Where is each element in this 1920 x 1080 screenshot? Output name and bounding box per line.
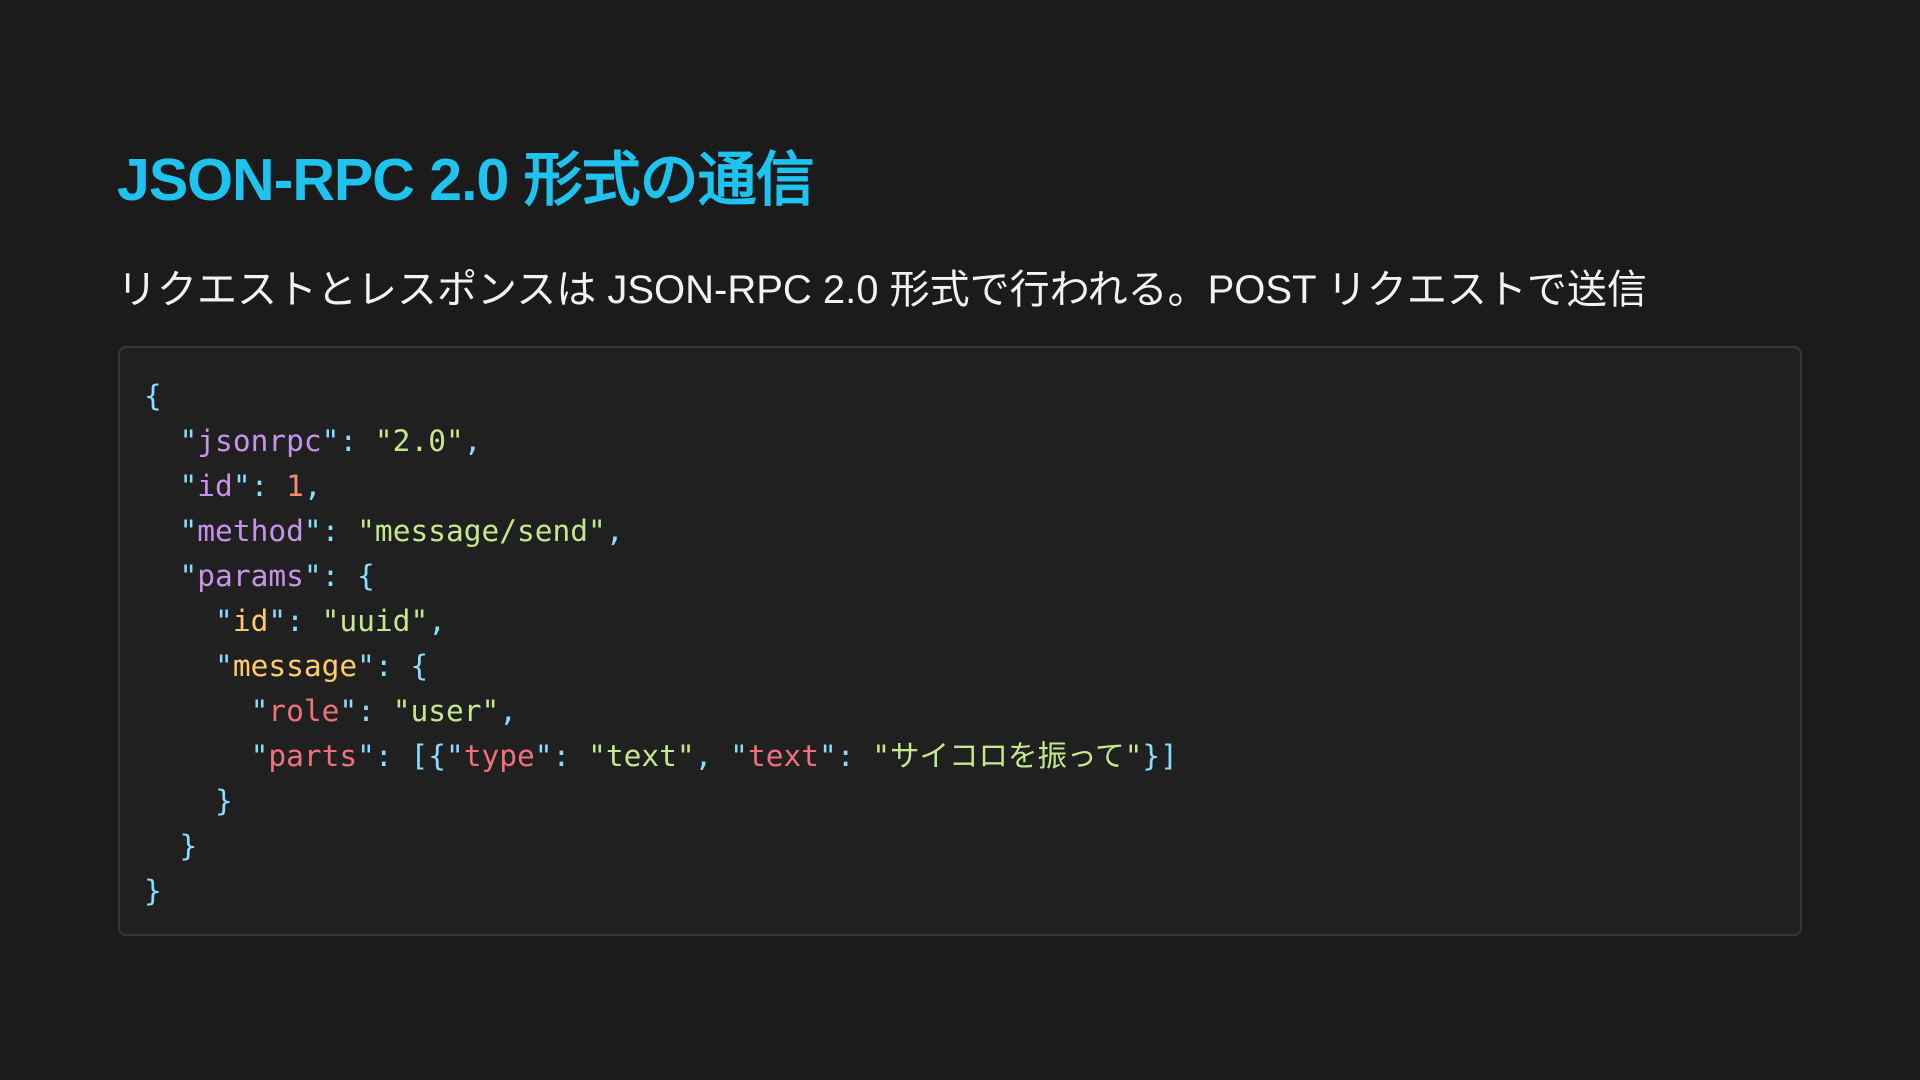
code-token-string: "user"	[392, 694, 500, 728]
code-token-punctuation	[144, 424, 180, 458]
code-token-key-level3: text	[747, 739, 819, 773]
code-token-punctuation: ":	[339, 694, 393, 728]
code-token-punctuation: "	[179, 514, 198, 548]
code-token-punctuation	[144, 559, 180, 593]
code-token-punctuation: ":	[534, 739, 589, 773]
code-token-punctuation: ":	[321, 424, 375, 458]
code-token-punctuation: {	[144, 379, 162, 413]
code-line: "message": {	[144, 644, 1178, 689]
code-token-punctuation	[144, 694, 251, 728]
code-token-key-level1: id	[197, 469, 233, 503]
code-token-punctuation: }]	[1142, 739, 1178, 773]
code-line: "id": "uuid",	[144, 599, 1178, 644]
code-token-punctuation: "	[215, 604, 233, 638]
code-token-key-level2: id	[232, 604, 269, 638]
code-token-punctuation: }	[144, 874, 162, 908]
code-token-punctuation: }	[144, 784, 233, 818]
code-token-string: "uuid"	[321, 604, 429, 638]
slide-title: JSON-RPC 2.0 形式の通信	[117, 147, 815, 213]
code-token-punctuation: ,	[303, 469, 322, 503]
code-token-string: "text"	[588, 739, 695, 773]
code-token-punctuation: "	[215, 649, 233, 683]
code-token-punctuation: "	[250, 694, 269, 728]
code-token-punctuation: ": {	[303, 559, 375, 593]
code-token-punctuation	[144, 739, 251, 773]
code-token-string: "message/send"	[357, 514, 606, 548]
code-token-punctuation: ,	[428, 604, 446, 638]
code-token-punctuation: ": {	[357, 649, 429, 683]
code-token-punctuation	[144, 469, 180, 503]
code-token-punctuation	[144, 649, 215, 683]
code-token-punctuation: }	[144, 829, 198, 863]
code-token-punctuation: ,	[605, 514, 624, 548]
code-line: "jsonrpc": "2.0",	[144, 419, 1178, 464]
code-token-punctuation: ,	[499, 694, 518, 728]
code-block: { "jsonrpc": "2.0", "id": 1, "method": "…	[118, 346, 1802, 936]
code-token-punctuation: ":	[819, 739, 873, 773]
code-token-key-level3: parts	[268, 739, 358, 773]
code-token-punctuation	[144, 514, 180, 548]
code-line: "parts": [{"type": "text", "text": "サイコロ…	[144, 734, 1178, 779]
code-token-punctuation: "	[179, 559, 198, 593]
code-line: }	[144, 824, 1178, 869]
code-line: }	[144, 869, 1178, 914]
code-token-key-level3: role	[268, 694, 340, 728]
code-token-number: 1	[286, 469, 304, 503]
code-token-string: "サイコロを振って"	[872, 739, 1143, 773]
code-content: { "jsonrpc": "2.0", "id": 1, "method": "…	[144, 374, 1178, 914]
code-token-punctuation: ":	[303, 514, 358, 548]
code-line: "id": 1,	[144, 464, 1178, 509]
slide-subtitle: リクエストとレスポンスは JSON-RPC 2.0 形式で行われる。POST リ…	[117, 268, 1647, 312]
code-token-punctuation: "	[179, 469, 198, 503]
code-token-punctuation: ,	[463, 424, 482, 458]
code-token-punctuation: ":	[268, 604, 322, 638]
slide: JSON-RPC 2.0 形式の通信 リクエストとレスポンスは JSON-RPC…	[0, 0, 1920, 1080]
code-token-punctuation: , "	[694, 739, 748, 773]
code-token-punctuation: ": [{"	[357, 739, 464, 773]
code-token-punctuation: ":	[232, 469, 287, 503]
code-line: }	[144, 779, 1178, 824]
code-token-punctuation: "	[179, 424, 198, 458]
code-line: {	[144, 374, 1178, 419]
code-line: "method": "message/send",	[144, 509, 1178, 554]
code-line: "role": "user",	[144, 689, 1178, 734]
code-line: "params": {	[144, 554, 1178, 599]
code-token-string: "2.0"	[374, 424, 464, 458]
code-token-punctuation	[144, 604, 215, 638]
code-token-key-level1: jsonrpc	[197, 424, 322, 458]
code-token-key-level1: method	[197, 514, 304, 548]
code-token-punctuation: "	[250, 739, 269, 773]
code-token-key-level2: message	[232, 649, 358, 683]
code-token-key-level1: params	[197, 559, 304, 593]
code-token-key-level3: type	[463, 739, 535, 773]
